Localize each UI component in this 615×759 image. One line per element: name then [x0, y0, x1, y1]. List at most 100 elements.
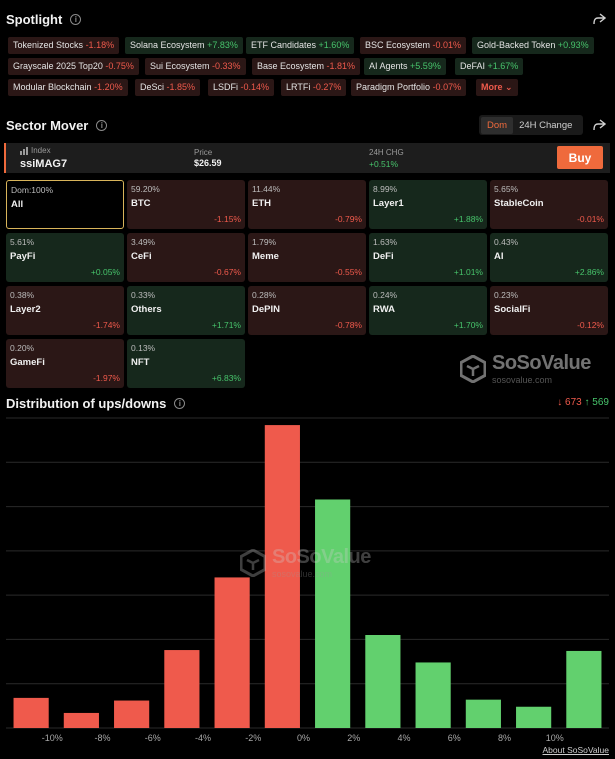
spotlight-tag[interactable]: DeSci -1.85%	[135, 79, 201, 96]
sector-tile[interactable]: 5.61% PayFi +0.05%	[6, 233, 124, 282]
sector-tile[interactable]: Dom:100% All	[6, 180, 124, 229]
sector-tile[interactable]: 5.65% StableCoin -0.01%	[490, 180, 608, 229]
info-icon[interactable]: i	[174, 398, 186, 409]
distribution-bar[interactable]	[13, 697, 49, 728]
spotlight-tag[interactable]: Paradigm Portfolio -0.07%	[351, 79, 467, 96]
sector-tile[interactable]: 0.28% DePIN -0.78%	[248, 286, 366, 335]
sector-tile[interactable]: 3.49% CeFi -0.67%	[127, 233, 245, 282]
toggle-24h-change[interactable]: 24H Change	[513, 117, 578, 134]
logo-text: SoSoValue	[272, 546, 371, 568]
tile-change: -1.97%	[93, 373, 120, 383]
tile-name: CeFi	[131, 251, 152, 262]
sector-tile[interactable]: 59.20% BTC -1.15%	[127, 180, 245, 229]
change-label: 24H CHG	[369, 148, 404, 157]
tile-name: PayFi	[10, 251, 36, 262]
buy-button[interactable]: Buy	[557, 146, 603, 169]
info-icon[interactable]: i	[96, 120, 108, 131]
sector-title: Sector Mover	[6, 118, 89, 133]
tile-name: AI	[494, 251, 504, 262]
cube-logo-icon	[460, 354, 486, 383]
sector-tile[interactable]: 0.24% RWA +1.70%	[369, 286, 487, 335]
tile-change: +1.71%	[211, 320, 241, 330]
sector-tile[interactable]: 0.38% Layer2 -1.74%	[6, 286, 124, 335]
spotlight-tag[interactable]: Grayscale 2025 Top20 -0.75%	[8, 58, 139, 75]
x-tick-label: 4%	[397, 733, 410, 743]
distribution-bar[interactable]	[415, 662, 451, 728]
index-bar[interactable]: Index ssiMAG7 Price $26.59 24H CHG +0.51…	[4, 143, 610, 173]
tile-name: SocialFi	[494, 304, 531, 315]
spotlight-tag[interactable]: DeFAI +1.67%	[455, 58, 524, 75]
spotlight-tag[interactable]: LRTFi -0.27%	[281, 79, 347, 96]
tag-change: -0.07%	[432, 82, 462, 92]
down-count: ↓ 673	[557, 397, 582, 408]
tag-change: +7.83%	[207, 40, 238, 50]
tile-dominance: 8.99%	[373, 184, 398, 194]
spotlight-tag[interactable]: Base Ecosystem -1.81%	[252, 58, 361, 75]
tile-change: +1.70%	[453, 320, 483, 330]
distribution-bar[interactable]	[365, 635, 401, 728]
about-link[interactable]: About SoSoValue	[543, 745, 609, 755]
spotlight-tag[interactable]: Tokenized Stocks -1.18%	[8, 37, 120, 54]
sosovalue-logo: SoSoValue sosovalue.com	[460, 352, 591, 385]
tag-change: -1.81%	[326, 61, 356, 71]
up-count: ↑ 569	[584, 397, 609, 408]
distribution-bar[interactable]	[566, 650, 602, 728]
x-tick-label: 8%	[498, 733, 511, 743]
sector-tile[interactable]: 0.43% AI +2.86%	[490, 233, 608, 282]
tag-change: -0.33%	[212, 61, 241, 71]
spotlight-tag[interactable]: LSDFi -0.14%	[208, 79, 275, 96]
distribution-bar[interactable]	[164, 650, 200, 728]
x-tick-label: -8%	[94, 733, 110, 743]
tag-name: LSDFi	[213, 82, 239, 92]
spotlight-tag[interactable]: Modular Blockchain -1.20%	[8, 79, 128, 96]
share-icon[interactable]	[592, 12, 606, 26]
sector-tile[interactable]: 0.33% Others +1.71%	[127, 286, 245, 335]
tag-change: -1.18%	[85, 40, 115, 50]
distribution-bar[interactable]	[465, 699, 501, 728]
spotlight-tag[interactable]: Gold-Backed Token +0.93%	[472, 37, 594, 54]
distribution-bar[interactable]	[315, 499, 351, 728]
tag-name: Gold-Backed Token	[477, 40, 556, 50]
tile-name: Layer2	[10, 304, 41, 315]
sector-tile[interactable]: 0.13% NFT +6.83%	[127, 339, 245, 388]
info-icon[interactable]: i	[70, 14, 82, 25]
tile-name: StableCoin	[494, 198, 544, 209]
sector-tile[interactable]: 8.99% Layer1 +1.88%	[369, 180, 487, 229]
sector-tile[interactable]: 1.63% DeFi +1.01%	[369, 233, 487, 282]
tile-change: -1.15%	[214, 214, 241, 224]
spotlight-tag[interactable]: ETF Candidates +1.60%	[246, 37, 355, 54]
logo-sub: sosovalue.com	[492, 375, 553, 385]
spotlight-tag[interactable]: AI Agents +5.59%	[364, 58, 446, 75]
index-label: Index	[31, 146, 51, 155]
sector-tile[interactable]: 11.44% ETH -0.79%	[248, 180, 366, 229]
tile-change: +6.83%	[211, 373, 241, 383]
sector-tile[interactable]: 0.20% GameFi -1.97%	[6, 339, 124, 388]
tag-change: -0.27%	[312, 82, 342, 92]
distribution-bar[interactable]	[214, 577, 250, 728]
distribution-bar[interactable]	[516, 706, 552, 728]
spotlight-tag[interactable]: Sui Ecosystem -0.33%	[145, 58, 246, 75]
toggle-dom[interactable]: Dom	[481, 116, 514, 134]
tile-dominance: Dom:100%	[11, 185, 54, 195]
spotlight-header: Spotlight i	[6, 12, 82, 27]
tile-change: -0.01%	[577, 214, 604, 224]
tile-name: All	[11, 199, 24, 210]
sector-tile[interactable]: 0.23% SocialFi -0.12%	[490, 286, 608, 335]
tile-name: Meme	[252, 251, 279, 262]
more-label: More	[481, 82, 503, 92]
tag-name: LRTFi	[286, 82, 311, 92]
spotlight-tag[interactable]: Solana Ecosystem +7.83%	[125, 37, 243, 54]
x-tick-label: -2%	[245, 733, 261, 743]
tag-name: ETF Candidates	[251, 40, 317, 50]
tile-name: GameFi	[10, 357, 45, 368]
share-icon[interactable]	[592, 118, 606, 132]
distribution-title: Distribution of ups/downs	[6, 396, 167, 411]
tile-dominance: 59.20%	[131, 184, 160, 194]
more-button[interactable]: More ⌄	[476, 79, 518, 96]
distribution-bar[interactable]	[114, 700, 150, 728]
tile-dominance: 0.33%	[131, 290, 156, 300]
spotlight-tag[interactable]: BSC Ecosystem -0.01%	[360, 37, 467, 54]
distribution-bar[interactable]	[63, 712, 99, 728]
sector-tile[interactable]: 1.79% Meme -0.55%	[248, 233, 366, 282]
tile-change: -0.12%	[577, 320, 604, 330]
